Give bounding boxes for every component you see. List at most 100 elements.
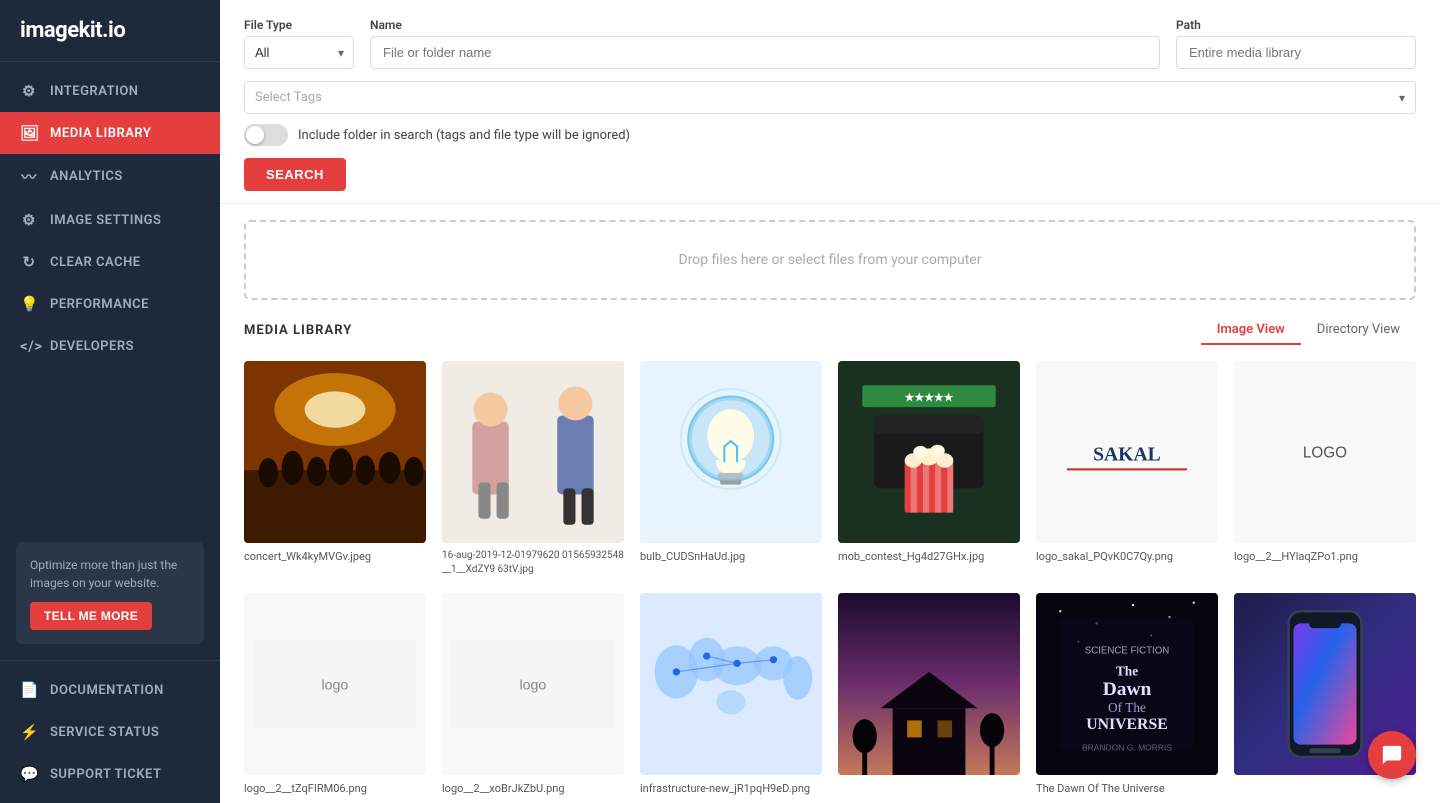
thumbnail: logo	[244, 593, 426, 775]
thumbnail	[640, 361, 822, 543]
thumbnail	[442, 361, 624, 543]
support-ticket-icon: 💬	[20, 765, 38, 783]
sidebar-item-image-settings[interactable]: ⚙ IMAGE SETTINGS	[0, 199, 220, 241]
sidebar-label-developers: DEVELOPERS	[50, 339, 134, 354]
sidebar-item-documentation[interactable]: 📄 DOCUMENTATION	[0, 669, 220, 711]
svg-text:UNIVERSE: UNIVERSE	[1086, 716, 1167, 733]
image-filename: logo__2__tZqFIRM06.png	[244, 781, 426, 796]
image-filename: bulb_CUDSnHaUd.jpg	[640, 549, 822, 564]
sidebar-label-media-library: MEDIA LIBRARY	[50, 126, 151, 141]
drop-zone-text: Drop files here or select files from you…	[679, 252, 982, 268]
sidebar: imagekit.io ⚙ INTEGRATION 🖼 MEDIA LIBRAR…	[0, 0, 220, 803]
list-item[interactable]: infrastructure-new_jR1pqH9eD.png	[640, 593, 822, 796]
tell-me-more-button[interactable]: TELL ME MORE	[30, 602, 152, 630]
media-section: MEDIA LIBRARY Image View Directory View	[220, 316, 1440, 803]
image-filename: mob_contest_Hg4d27GHx.jpg	[838, 549, 1020, 564]
logo: imagekit.io	[0, 0, 220, 62]
list-item[interactable]: concert_Wk4kyMVGv.jpeg	[244, 361, 426, 577]
promo-text: Optimize more than just the images on yo…	[30, 556, 190, 592]
sidebar-item-media-library[interactable]: 🖼 MEDIA LIBRARY	[0, 112, 220, 154]
sidebar-item-clear-cache[interactable]: ↻ CLEAR CACHE	[0, 241, 220, 283]
media-library-title: MEDIA LIBRARY	[244, 323, 352, 338]
file-type-select-wrapper[interactable]: All Image Video PDF	[244, 36, 354, 69]
folder-search-toggle[interactable]	[244, 124, 288, 146]
thumbnail	[640, 593, 822, 775]
sidebar-label-performance: PERFORMANCE	[50, 297, 149, 312]
sidebar-item-integration[interactable]: ⚙ INTEGRATION	[0, 70, 220, 112]
svg-text:logo: logo	[520, 677, 547, 693]
analytics-icon: 〰	[20, 166, 38, 187]
sidebar-promo: Optimize more than just the images on yo…	[16, 542, 204, 644]
thumbnail	[244, 361, 426, 543]
image-filename: logo_sakal_PQvK0C7Qy.png	[1036, 549, 1218, 564]
list-item[interactable]: ★★★★★	[838, 361, 1020, 577]
list-item[interactable]: logo logo__2__tZqFIRM06.png	[244, 593, 426, 796]
image-settings-icon: ⚙	[20, 211, 38, 229]
image-filename: The Dawn Of The Universe	[1036, 781, 1218, 796]
svg-text:BRANDON G. MORRIS: BRANDON G. MORRIS	[1082, 743, 1172, 753]
thumbnail: LOGO	[1234, 361, 1416, 543]
svg-text:★★★★★: ★★★★★	[905, 391, 954, 404]
sidebar-label-image-settings: IMAGE SETTINGS	[50, 213, 161, 228]
name-group: Name	[370, 18, 1160, 69]
toggle-row: Include folder in search (tags and file …	[244, 124, 1416, 146]
tags-row: Select Tags	[244, 81, 1416, 114]
sidebar-item-support-ticket[interactable]: 💬 SUPPORT TICKET	[0, 753, 220, 795]
image-filename: 16-aug-2019-12-01979620 01565932548__1__…	[442, 549, 624, 577]
list-item[interactable]: SAKAL logo_sakal_PQvK0C7Qy.png	[1036, 361, 1218, 577]
tags-select[interactable]: Select Tags	[244, 81, 1416, 114]
image-filename: logo__2__HYlaqZPo1.png	[1234, 549, 1416, 564]
toggle-label: Include folder in search (tags and file …	[298, 128, 630, 143]
search-button[interactable]: SEARCH	[244, 158, 346, 191]
svg-text:LOGO: LOGO	[1303, 444, 1347, 461]
clear-cache-icon: ↻	[20, 253, 38, 271]
view-tabs: Image View Directory View	[1201, 316, 1416, 345]
file-type-select[interactable]: All Image Video PDF	[244, 36, 354, 69]
list-item[interactable]: SCIENCE FICTION The Dawn Of The UNIVERSE…	[1036, 593, 1218, 796]
sidebar-item-analytics[interactable]: 〰 ANALYTICS	[0, 154, 220, 199]
list-item[interactable]: bulb_CUDSnHaUd.jpg	[640, 361, 822, 577]
sidebar-label-service-status: SERVICE STATUS	[50, 725, 159, 740]
file-type-group: File Type All Image Video PDF	[244, 18, 354, 69]
sidebar-label-documentation: DOCUMENTATION	[50, 683, 164, 698]
sidebar-label-clear-cache: CLEAR CACHE	[50, 255, 141, 270]
sidebar-bottom: 📄 DOCUMENTATION ⚡ SERVICE STATUS 💬 SUPPO…	[0, 660, 220, 803]
svg-text:The: The	[1116, 664, 1138, 679]
thumbnail: logo	[442, 593, 624, 775]
developers-icon: </>	[20, 337, 38, 355]
thumbnail: SCIENCE FICTION The Dawn Of The UNIVERSE…	[1036, 593, 1218, 775]
svg-text:SAKAL: SAKAL	[1093, 444, 1161, 466]
thumbnail: SAKAL	[1036, 361, 1218, 543]
file-type-label: File Type	[244, 18, 354, 32]
service-status-icon: ⚡	[20, 723, 38, 741]
svg-text:SCIENCE FICTION: SCIENCE FICTION	[1085, 646, 1170, 657]
sidebar-label-support-ticket: SUPPORT TICKET	[50, 767, 161, 782]
sidebar-item-developers[interactable]: </> DEVELOPERS	[0, 325, 220, 367]
tab-directory-view[interactable]: Directory View	[1301, 316, 1416, 345]
name-input[interactable]	[370, 36, 1160, 69]
path-group: Path	[1176, 18, 1416, 69]
integration-icon: ⚙	[20, 82, 38, 100]
svg-text:Of The: Of The	[1108, 700, 1146, 715]
list-item[interactable]: logo logo__2__xoBrJkZbU.png	[442, 593, 624, 796]
tab-image-view[interactable]: Image View	[1201, 316, 1301, 345]
sidebar-item-service-status[interactable]: ⚡ SERVICE STATUS	[0, 711, 220, 753]
image-filename: concert_Wk4kyMVGv.jpeg	[244, 549, 426, 564]
name-label: Name	[370, 18, 1160, 32]
image-grid: concert_Wk4kyMVGv.jpeg	[244, 361, 1416, 796]
image-filename: infrastructure-new_jR1pqH9eD.png	[640, 781, 822, 796]
media-header: MEDIA LIBRARY Image View Directory View	[244, 316, 1416, 345]
list-item[interactable]: LOGO logo__2__HYlaqZPo1.png	[1234, 361, 1416, 577]
chat-button[interactable]	[1368, 731, 1416, 779]
list-item[interactable]: 16-aug-2019-12-01979620 01565932548__1__…	[442, 361, 624, 577]
sidebar-item-performance[interactable]: 💡 PERFORMANCE	[0, 283, 220, 325]
svg-text:Dawn: Dawn	[1103, 679, 1152, 700]
sidebar-label-integration: INTEGRATION	[50, 84, 138, 99]
filter-row-top: File Type All Image Video PDF Name Path	[244, 18, 1416, 69]
list-item[interactable]	[838, 593, 1020, 796]
drop-zone[interactable]: Drop files here or select files from you…	[244, 220, 1416, 300]
path-input[interactable]	[1176, 36, 1416, 69]
main-content: File Type All Image Video PDF Name Path	[220, 0, 1440, 803]
image-filename: logo__2__xoBrJkZbU.png	[442, 781, 624, 796]
performance-icon: 💡	[20, 295, 38, 313]
